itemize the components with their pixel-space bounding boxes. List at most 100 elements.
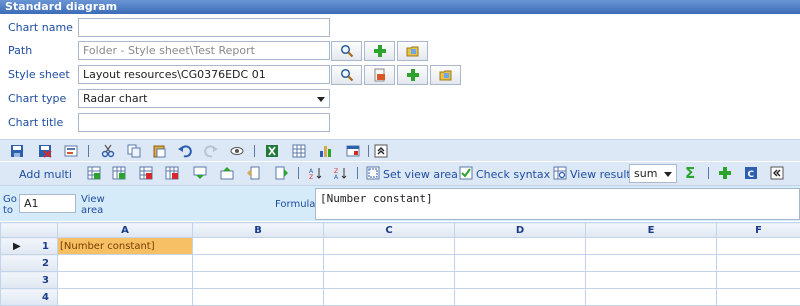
view-result-icon[interactable] <box>553 166 567 180</box>
grid-cell[interactable] <box>585 254 717 272</box>
magnifier-icon <box>340 44 353 58</box>
style-sheet-add-button[interactable] <box>397 65 428 85</box>
plus-icon[interactable] <box>718 166 732 180</box>
column-header[interactable]: D <box>454 222 586 238</box>
grid-cell[interactable] <box>585 237 717 255</box>
move-right-icon[interactable] <box>275 166 289 180</box>
grid-cell[interactable] <box>323 271 455 289</box>
insert-row-icon[interactable] <box>87 166 101 180</box>
sort-descending-icon[interactable]: ZA <box>334 166 348 180</box>
style-sheet-edit-button[interactable] <box>364 65 395 85</box>
sum-icon[interactable]: Σ <box>685 164 695 182</box>
chart-name-row: Chart name <box>0 18 800 38</box>
properties-icon[interactable] <box>64 144 78 158</box>
goto-label: Go to <box>3 194 17 216</box>
style-sheet-input[interactable]: Layout resources\CG0376EDC 01 <box>78 65 330 84</box>
table-row: ▶ 1 [Number constant] <box>0 237 800 255</box>
paste-icon[interactable] <box>152 144 166 158</box>
style-sheet-label: Style sheet <box>8 68 70 81</box>
chevron-down-icon <box>317 97 325 102</box>
column-header[interactable]: F <box>716 222 800 238</box>
style-sheet-search-button[interactable] <box>331 65 362 85</box>
grid-cell[interactable] <box>192 237 324 255</box>
column-header[interactable]: E <box>585 222 717 238</box>
sort-ascending-icon[interactable]: AZ <box>309 166 323 180</box>
chart-type-select[interactable]: Radar chart <box>78 89 330 108</box>
grid-cell[interactable] <box>454 237 586 255</box>
row-header[interactable]: 2 <box>0 254 58 272</box>
column-header[interactable]: C <box>323 222 455 238</box>
row-header[interactable]: 3 <box>0 271 58 289</box>
excel-icon[interactable] <box>265 144 279 158</box>
insert-column-icon[interactable] <box>112 166 126 180</box>
move-down-icon[interactable] <box>193 166 207 180</box>
row-header[interactable]: 4 <box>0 288 58 306</box>
undo-icon[interactable] <box>178 144 192 158</box>
grid-cell[interactable] <box>57 288 193 306</box>
chart-name-input[interactable] <box>78 18 330 37</box>
corner-cell[interactable] <box>0 222 58 238</box>
grid-cell[interactable] <box>192 254 324 272</box>
grid-cell[interactable] <box>57 271 193 289</box>
cell-reference-input[interactable]: A1 <box>19 194 76 213</box>
path-folder-button[interactable] <box>397 41 428 61</box>
cut-icon[interactable] <box>101 144 115 158</box>
save-close-icon[interactable] <box>38 144 52 158</box>
chart-title-input[interactable] <box>78 113 330 132</box>
collapse-left-icon[interactable] <box>770 166 784 180</box>
move-up-icon[interactable] <box>220 166 234 180</box>
save-icon[interactable] <box>10 144 24 158</box>
view-result-button[interactable]: View result <box>570 168 631 181</box>
copy-icon[interactable] <box>127 144 141 158</box>
check-syntax-icon[interactable] <box>459 166 473 180</box>
toolbar-separator <box>88 145 89 157</box>
grid-cell[interactable] <box>323 237 455 255</box>
toolbar-separator <box>708 167 709 179</box>
grid-cell[interactable] <box>716 288 800 306</box>
aggregate-select[interactable]: sum <box>629 164 677 183</box>
clear-icon[interactable]: C <box>744 166 758 180</box>
grid-cell[interactable] <box>716 254 800 272</box>
row-number: 1 <box>42 240 49 252</box>
path-add-button[interactable] <box>364 41 395 61</box>
row-header[interactable]: ▶ 1 <box>0 237 58 255</box>
svg-text:Z: Z <box>309 174 313 180</box>
grid-cell[interactable] <box>454 271 586 289</box>
grid-cell[interactable] <box>323 288 455 306</box>
toolbar-separator <box>254 145 255 157</box>
window-icon[interactable] <box>346 144 360 158</box>
table-icon[interactable] <box>292 144 306 158</box>
redo-icon[interactable] <box>204 144 218 158</box>
path-row: Path Folder - Style sheet\Test Report <box>0 41 800 61</box>
collapse-up-icon[interactable] <box>374 144 388 158</box>
set-view-area-icon[interactable] <box>366 166 380 180</box>
bar-chart-icon[interactable] <box>319 144 333 158</box>
grid-cell[interactable] <box>192 271 324 289</box>
grid-cell[interactable] <box>716 237 800 255</box>
grid-cell[interactable] <box>716 271 800 289</box>
move-left-icon[interactable] <box>246 166 260 180</box>
chart-name-label: Chart name <box>8 21 73 34</box>
style-sheet-row: Style sheet Layout resources\CG0376EDC 0… <box>0 65 800 85</box>
grid-cell[interactable] <box>585 271 717 289</box>
path-search-button[interactable] <box>331 41 362 61</box>
table-row: 4 <box>0 288 800 306</box>
grid-cell[interactable] <box>585 288 717 306</box>
delete-column-icon[interactable] <box>165 166 179 180</box>
column-header[interactable]: B <box>192 222 324 238</box>
check-syntax-button[interactable]: Check syntax <box>476 168 550 181</box>
grid-cell[interactable]: [Number constant] <box>57 237 193 255</box>
formula-input[interactable]: [Number constant] <box>315 188 800 220</box>
preview-icon[interactable] <box>230 144 244 158</box>
column-header[interactable]: A <box>57 222 193 238</box>
grid-cell[interactable] <box>454 288 586 306</box>
grid-cell[interactable] <box>57 254 193 272</box>
path-input[interactable]: Folder - Style sheet\Test Report <box>78 41 330 60</box>
grid-cell[interactable] <box>323 254 455 272</box>
grid-cell[interactable] <box>454 254 586 272</box>
delete-row-icon[interactable] <box>139 166 153 180</box>
grid-cell[interactable] <box>192 288 324 306</box>
style-sheet-folder-button[interactable] <box>430 65 461 85</box>
add-multi-button[interactable]: Add multi <box>19 168 72 181</box>
set-view-area-button[interactable]: Set view area <box>383 168 458 181</box>
